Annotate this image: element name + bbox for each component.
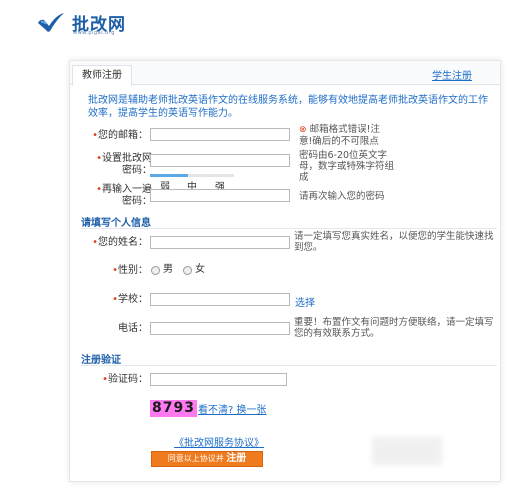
school-field[interactable]	[150, 293, 290, 306]
password-strength-fill	[150, 174, 188, 177]
password-hint: 密码由6-20位英文字母，数字或特殊字符组成	[299, 150, 395, 183]
email-label: •您的邮箱：	[92, 130, 148, 141]
school-select-link[interactable]: 选择	[295, 294, 315, 309]
school-label: •学校：	[112, 294, 148, 305]
confirm-password-label: •再输入一遍密码：	[96, 184, 152, 207]
checkmark-logo-icon	[38, 13, 64, 32]
section-personal-info: 请填写个人信息	[81, 218, 151, 229]
tab-teacher-register[interactable]: 教师注册	[72, 65, 132, 86]
tab-student-register[interactable]: 学生注册	[432, 67, 472, 82]
section-divider	[81, 365, 497, 366]
error-icon: ⊗	[299, 125, 307, 135]
captcha-field[interactable]	[150, 373, 287, 386]
gender-female-label: 女	[195, 264, 205, 275]
section-verification: 注册验证	[81, 355, 121, 366]
pigai-logo[interactable]: 批改网 www.pigai.org	[36, 9, 146, 36]
email-error: ⊗ 邮箱格式错误!注意!确后的不可限点	[299, 124, 380, 147]
captcha-label: •验证码：	[102, 374, 148, 385]
confirm-password-hint: 请再次输入您的密码	[299, 191, 385, 202]
registration-panel: 教师注册 学生注册 批改网是辅助老师批改英语作文的在线服务系统，能够有效地提高老…	[69, 60, 501, 482]
intro-text: 批改网是辅助老师批改英语作文的在线服务系统，能够有效地提高老师批改英语作文的工作…	[88, 95, 488, 119]
phone-hint: 重要！布置作文有问题时方便联络，请一定填写您的有效联系方式。	[294, 317, 494, 339]
phone-label: 电话：	[118, 323, 148, 334]
email-field[interactable]	[150, 128, 290, 141]
agree-register-button[interactable]: 同意以上协议并 注册	[151, 451, 263, 467]
gender-female-radio[interactable]	[183, 266, 192, 275]
tab-bar: 教师注册 学生注册	[70, 61, 500, 86]
captcha-image: 8793	[150, 400, 197, 417]
password-label: •设置批改网密码：	[96, 153, 152, 176]
submit-prefix: 同意以上协议并	[167, 454, 224, 463]
blurred-region	[372, 437, 442, 465]
password-strength-meter	[150, 174, 234, 177]
gender-male-radio[interactable]	[151, 266, 160, 275]
password-field[interactable]	[150, 154, 290, 167]
submit-action: 注册	[226, 453, 247, 464]
phone-field[interactable]	[150, 322, 290, 335]
service-agreement-link[interactable]: 《批改网服务协议》	[174, 434, 264, 449]
section-divider	[81, 228, 497, 229]
gender-male-label: 男	[163, 264, 173, 275]
gender-label: •性别：	[112, 265, 148, 276]
captcha-refresh-link[interactable]: 看不清? 换一张	[198, 401, 267, 416]
name-label: •您的姓名：	[92, 237, 148, 248]
confirm-password-field[interactable]	[150, 189, 290, 202]
logo-url: www.pigai.org	[73, 30, 115, 36]
name-field[interactable]	[150, 236, 290, 249]
name-hint: 请一定填写您真实姓名，以便您的学生能快速找到您。	[294, 231, 494, 253]
